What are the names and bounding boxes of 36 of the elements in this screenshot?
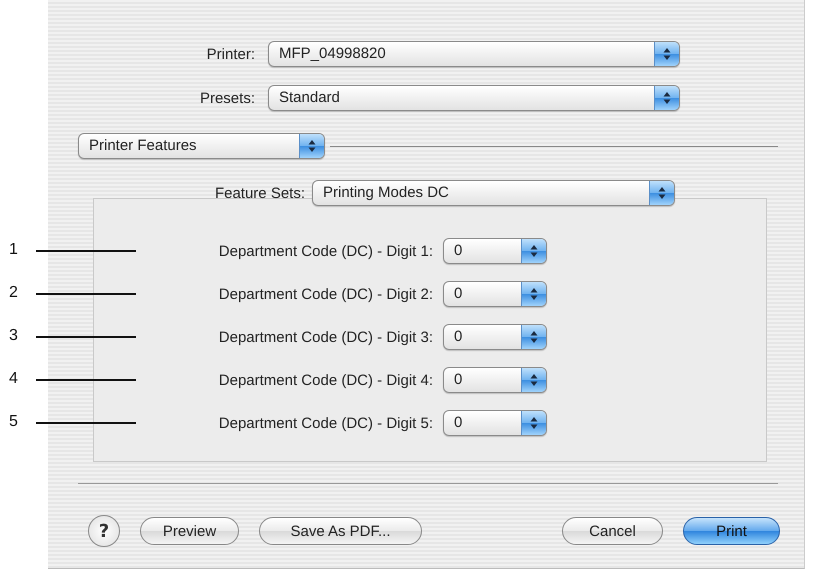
push-button[interactable]: Save As PDF... [259,517,422,545]
help-button[interactable]: ? [88,515,120,547]
popup-menu[interactable]: 0 [443,324,547,350]
field-label: Feature Sets: [214,184,305,202]
popup-menu[interactable]: 0 [443,238,547,264]
push-button[interactable]: Cancel [562,517,663,545]
callout-number: 5 [9,413,18,431]
field-label: Department Code (DC) - Digit 3: [218,328,433,346]
popup-menu[interactable]: 0 [443,281,547,307]
up-down-arrows-icon [530,416,538,430]
up-down-arrows-icon [663,91,671,105]
field-label: Department Code (DC) - Digit 2: [218,286,433,302]
up-down-arrows-icon [530,373,538,387]
print-button[interactable]: Print [683,517,780,545]
callout-number: 4 [9,370,18,388]
callout-number: 1 [9,241,18,259]
field-label: Department Code (DC) - Digit 5: [218,414,433,432]
popup-menu[interactable]: 0 [443,410,547,436]
popup-menu[interactable]: Standard [268,85,680,111]
field-label: Printer: [206,46,255,62]
up-down-arrows-icon [530,330,538,344]
popup-menu[interactable]: MFP_04998820 [268,41,680,67]
up-down-arrows-icon [308,139,316,153]
popup-menu[interactable]: Printing Modes DC [312,180,675,206]
up-down-arrows-icon [530,244,538,258]
field-label: Department Code (DC) - Digit 4: [218,372,433,388]
up-down-arrows-icon [530,287,538,301]
field-label: Department Code (DC) - Digit 1: [218,242,433,260]
push-button[interactable]: Preview [140,517,239,545]
up-down-arrows-icon [663,47,671,61]
popup-menu[interactable]: 0 [443,367,547,393]
callout-number: 2 [9,284,18,302]
callout-number: 3 [9,327,18,345]
field-label: Presets: [200,90,255,106]
up-down-arrows-icon [658,186,666,200]
popup-menu[interactable]: Printer Features [78,133,325,159]
